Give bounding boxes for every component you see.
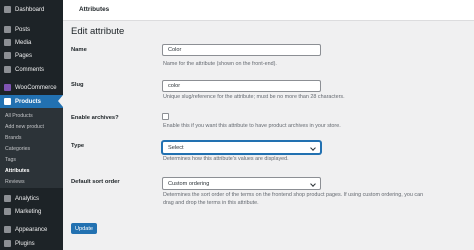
chevron-down-icon	[310, 145, 316, 151]
sidebar-item-plugins[interactable]: Plugins	[0, 238, 63, 249]
sidebar-item-posts[interactable]: Posts	[0, 24, 63, 35]
analytics-icon	[4, 195, 11, 202]
brush-icon	[4, 226, 11, 233]
name-label: Name	[71, 47, 87, 53]
sidebar-item-label: Marketing	[15, 208, 42, 215]
pin-icon	[4, 26, 11, 33]
submenu-item-attributes[interactable]: Attributes	[5, 168, 30, 174]
type-select-value: Select	[168, 144, 184, 151]
submenu-item-reviews[interactable]: Reviews	[5, 179, 25, 185]
submenu-item-brands[interactable]: Brands	[5, 135, 21, 141]
sidebar-item-label: Analytics	[15, 195, 40, 202]
sidebar-item-dashboard[interactable]: Dashboard	[0, 4, 63, 15]
megaphone-icon	[4, 208, 11, 215]
enable-archives-checkbox[interactable]	[162, 113, 169, 120]
type-description: Determines how this attribute's values a…	[163, 156, 289, 162]
slug-description: Unique slug/reference for the attribute;…	[163, 94, 345, 100]
sidebar-item-label: WooCommerce	[15, 84, 57, 91]
archives-description: Enable this if you want this attribute t…	[163, 123, 341, 129]
slug-label: Slug	[71, 82, 84, 88]
archives-label: Enable archives?	[71, 115, 119, 121]
sidebar-item-label: Pages	[15, 52, 33, 59]
type-select[interactable]: Select	[162, 141, 321, 154]
sort-order-label: Default sort order	[71, 179, 120, 185]
header-title: Attributes	[79, 6, 110, 13]
name-description: Name for the attribute (shown on the fro…	[163, 61, 277, 67]
products-icon	[4, 98, 11, 105]
sidebar-item-label: Media	[15, 39, 32, 46]
sidebar-item-woocommerce[interactable]: WooCommerce	[0, 82, 63, 93]
sidebar-item-label: Comments	[15, 66, 45, 73]
active-menu-arrow	[58, 95, 63, 107]
submenu-item-add-new-product[interactable]: Add new product	[5, 124, 44, 130]
sidebar-item-comments[interactable]: Comments	[0, 64, 63, 75]
submenu-item-tags[interactable]: Tags	[5, 157, 16, 163]
update-button[interactable]: Update	[71, 223, 97, 234]
sidebar-item-appearance[interactable]: Appearance	[0, 224, 63, 235]
sidebar-item-analytics[interactable]: Analytics	[0, 193, 63, 204]
sidebar-item-label: Posts	[15, 26, 31, 33]
sidebar-item-label: Products	[15, 98, 42, 105]
media-icon	[4, 39, 11, 46]
chevron-down-icon	[310, 181, 316, 187]
submenu-item-all-products[interactable]: All Products	[5, 113, 33, 119]
sidebar-item-label: Appearance	[15, 226, 48, 233]
woocommerce-icon	[4, 84, 11, 91]
plugin-icon	[4, 240, 11, 247]
sidebar-item-label: Dashboard	[15, 6, 45, 13]
dashboard-icon	[4, 6, 11, 13]
sort-order-description-line-2: drag and drop the terms in this attribut…	[163, 200, 259, 206]
sidebar-item-label: Plugins	[15, 240, 35, 247]
pages-icon	[4, 52, 11, 59]
page-title: Edit attribute	[71, 26, 125, 37]
sort-order-select-value: Custom ordering	[168, 180, 210, 187]
comment-icon	[4, 66, 11, 73]
type-label: Type	[71, 143, 85, 149]
sidebar-item-products[interactable]: Products	[0, 95, 63, 108]
page-header-bar: Attributes	[63, 0, 474, 21]
sidebar-item-marketing[interactable]: Marketing	[0, 206, 63, 217]
sidebar-item-pages[interactable]: Pages	[0, 50, 63, 61]
slug-input[interactable]: color	[162, 80, 321, 92]
products-submenu: All Products Add new product Brands Cate…	[0, 108, 63, 188]
admin-sidebar: Dashboard Posts Media Pages Comments Woo…	[0, 0, 63, 250]
name-input[interactable]: Color	[162, 44, 321, 56]
sort-order-select[interactable]: Custom ordering	[162, 177, 321, 190]
sidebar-item-media[interactable]: Media	[0, 37, 63, 48]
slug-input-value: color	[168, 83, 181, 89]
name-input-value: Color	[168, 47, 182, 53]
submenu-item-categories[interactable]: Categories	[5, 146, 30, 152]
